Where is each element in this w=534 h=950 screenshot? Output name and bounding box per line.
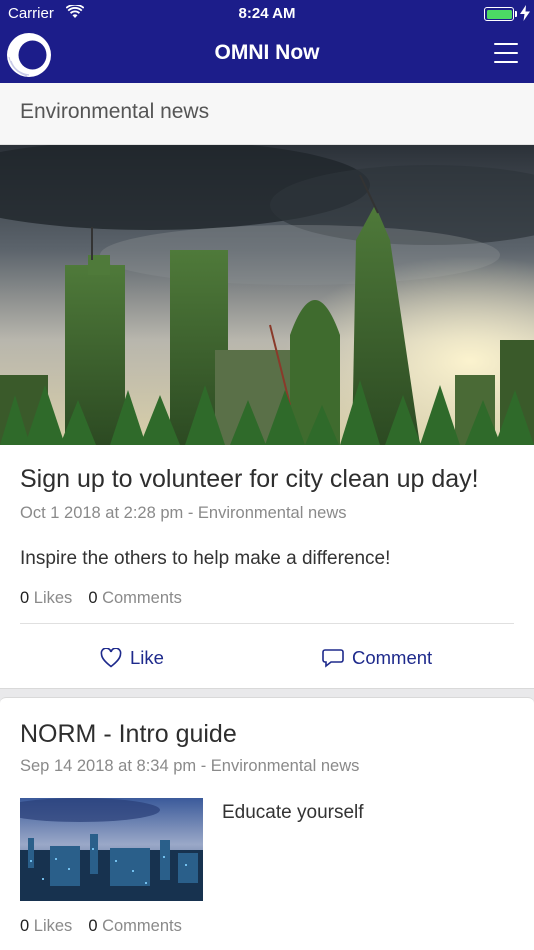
nav-bar: OMNI Now	[0, 28, 534, 83]
divider	[20, 623, 514, 624]
likes-count: 0	[20, 917, 30, 935]
comments-count: 0	[88, 917, 98, 935]
section-header: Environmental news	[0, 83, 534, 145]
news-card[interactable]: Sign up to volunteer for city clean up d…	[0, 145, 534, 689]
news-card[interactable]: NORM - Intro guide Sep 14 2018 at 8:34 p…	[0, 697, 534, 950]
comments-label[interactable]: Comments	[102, 589, 182, 607]
post-meta: Sep 14 2018 at 8:34 pm - Environmental n…	[20, 757, 360, 775]
charging-bolt-icon	[520, 5, 530, 21]
battery-icon	[484, 7, 514, 21]
city-forest-hero-image[interactable]	[0, 145, 534, 445]
post-stats: 0 Likes 0 Comments	[20, 589, 182, 608]
app-header: Carrier 8:24 AM OMNI Now	[0, 0, 534, 83]
status-time: 8:24 AM	[238, 5, 296, 22]
post-meta: Oct 1 2018 at 2:28 pm - Environmental ne…	[20, 504, 347, 522]
section-title: Environmental news	[20, 100, 210, 123]
heart-icon	[100, 648, 122, 668]
post-body: Inspire the others to help make a differ…	[20, 548, 391, 569]
likes-label[interactable]: Likes	[34, 917, 73, 935]
like-button[interactable]: Like	[100, 642, 164, 674]
hamburger-menu-icon[interactable]	[494, 43, 518, 63]
battery-cap	[515, 11, 517, 17]
likes-count: 0	[20, 589, 30, 607]
comments-count: 0	[88, 589, 98, 607]
post-stats: 0 Likes 0 Comments	[20, 917, 182, 936]
post-title[interactable]: NORM - Intro guide	[20, 720, 237, 749]
nav-title: OMNI Now	[214, 41, 320, 64]
likes-label[interactable]: Likes	[34, 589, 73, 607]
post-title[interactable]: Sign up to volunteer for city clean up d…	[20, 465, 479, 494]
post-body: Educate yourself	[222, 802, 364, 823]
like-label: Like	[130, 647, 164, 668]
comment-label: Comment	[352, 647, 433, 668]
comment-button[interactable]: Comment	[322, 642, 432, 674]
status-bar: Carrier 8:24 AM	[0, 0, 534, 28]
comments-label[interactable]: Comments	[102, 917, 182, 935]
speech-bubble-icon	[322, 649, 344, 668]
industrial-plant-thumbnail-image[interactable]	[20, 798, 203, 901]
